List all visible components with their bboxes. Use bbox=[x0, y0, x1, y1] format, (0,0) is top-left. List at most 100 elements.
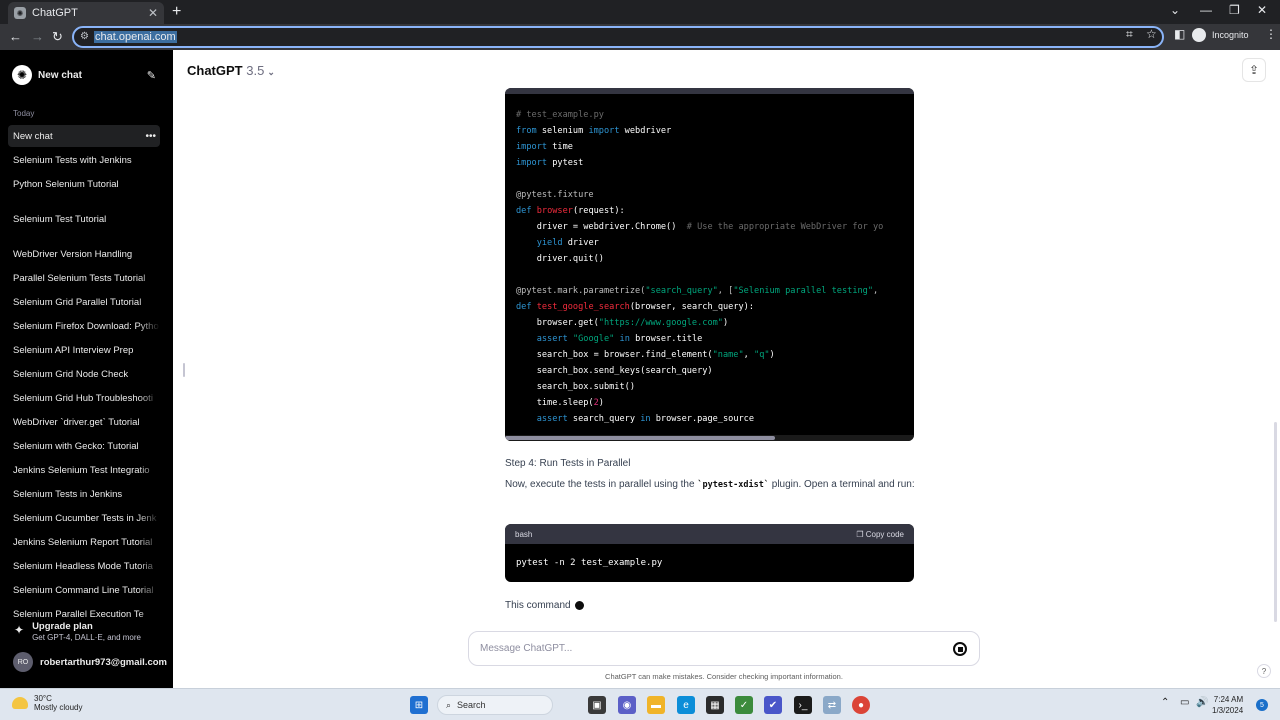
code-token: assert bbox=[536, 334, 568, 344]
browser-menu-icon[interactable]: ⋮ bbox=[1265, 27, 1277, 41]
window-close-icon[interactable]: ✕ bbox=[1257, 3, 1267, 17]
tab-search-icon[interactable]: ⌄ bbox=[1170, 3, 1180, 17]
network-icon[interactable]: ▭ bbox=[1180, 697, 1189, 708]
sidebar-item-label: Selenium with Gecko: Tutorial bbox=[13, 440, 139, 452]
sidebar-item[interactable]: Jenkins Selenium Test Integratio bbox=[8, 459, 160, 481]
fade-overlay bbox=[138, 459, 160, 481]
minimize-icon[interactable]: — bbox=[1200, 3, 1212, 17]
share-icon[interactable]: ⇪ bbox=[1242, 58, 1266, 82]
code-token: webdriver bbox=[619, 126, 672, 136]
code-horizontal-scrollbar[interactable] bbox=[505, 435, 914, 441]
sidebar-item[interactable]: Selenium Tests with Jenkins bbox=[8, 149, 160, 171]
code-token: driver = webdriver.Chrome() bbox=[516, 222, 687, 232]
code-token: time bbox=[547, 142, 573, 152]
sidebar-item[interactable]: Selenium Headless Mode Tutoria bbox=[8, 555, 160, 577]
fade-overlay bbox=[138, 339, 160, 361]
browser-tab[interactable]: ✺ ChatGPT ✕ bbox=[8, 2, 164, 24]
sidebar-item[interactable]: WebDriver `driver.get` Tutorial bbox=[8, 411, 160, 433]
message-input[interactable]: Message ChatGPT... bbox=[468, 631, 980, 666]
qr-code-icon[interactable]: ⌗ bbox=[1126, 27, 1133, 42]
tab-close-icon[interactable]: ✕ bbox=[148, 6, 158, 20]
code-token: selenium bbox=[536, 126, 589, 136]
network-app-icon[interactable]: ⇄ bbox=[823, 696, 841, 714]
code-token: "q" bbox=[754, 350, 770, 360]
code-language-label: bash bbox=[515, 529, 533, 539]
chevron-down-icon: ⌄ bbox=[267, 67, 275, 77]
code-token: (browser, search_query): bbox=[629, 302, 755, 312]
fade-overlay bbox=[138, 411, 160, 433]
teams-chat-icon[interactable]: ◉ bbox=[618, 696, 636, 714]
fade-overlay bbox=[138, 555, 160, 577]
bookmark-star-icon[interactable]: ☆ bbox=[1146, 27, 1157, 41]
windows-start-icon[interactable]: ⊞ bbox=[410, 696, 428, 714]
sidebar-item-label: Selenium Command Line Tutorial bbox=[13, 584, 154, 596]
sidebar-item[interactable]: Selenium Firefox Download: Pytho bbox=[8, 315, 160, 337]
reload-icon[interactable]: ↻ bbox=[52, 29, 63, 45]
sidebar-item[interactable]: Selenium Grid Node Check bbox=[8, 363, 160, 385]
new-chat-label: New chat bbox=[38, 69, 82, 81]
sidebar-item[interactable]: Selenium Cucumber Tests in Jenk bbox=[8, 507, 160, 529]
sidebar-item[interactable]: New chat ••• bbox=[8, 125, 160, 147]
incognito-indicator[interactable]: Incognito bbox=[1192, 28, 1249, 42]
main-scrollbar[interactable] bbox=[1274, 422, 1277, 622]
weather-widget[interactable]: 30°C Mostly cloudy bbox=[12, 694, 82, 712]
chrome-icon[interactable]: ● bbox=[852, 696, 870, 714]
sidebar-item[interactable]: Selenium Test Tutorial bbox=[8, 208, 160, 230]
incognito-label: Incognito bbox=[1212, 30, 1249, 40]
user-email: robertarthur973@gmail.com bbox=[40, 656, 167, 668]
sidebar-item[interactable]: Python Selenium Tutorial bbox=[8, 173, 160, 195]
sidebar-item[interactable]: Parallel Selenium Tests Tutorial bbox=[8, 267, 160, 289]
sidebar-item[interactable]: Selenium Command Line Tutorial bbox=[8, 579, 160, 601]
sidebar-item[interactable]: Selenium API Interview Prep bbox=[8, 339, 160, 361]
user-menu[interactable]: RO robertarthur973@gmail.com bbox=[13, 652, 167, 672]
more-options-icon[interactable]: ••• bbox=[145, 131, 156, 142]
taskbar-search[interactable]: ⌕ Search bbox=[437, 695, 553, 715]
sidebar-drag-handle[interactable] bbox=[183, 363, 185, 377]
sidebar-item[interactable]: Jenkins Selenium Report Tutorial bbox=[8, 531, 160, 553]
tray-chevron-icon[interactable]: ⌃ bbox=[1161, 697, 1169, 708]
vscode-icon[interactable]: ✔ bbox=[764, 696, 782, 714]
edge-icon[interactable]: e bbox=[677, 696, 695, 714]
code-block-python: # test_example.py from selenium import w… bbox=[505, 88, 914, 441]
new-chat-button[interactable]: ✺ New chat ✎ bbox=[8, 64, 160, 86]
model-selector[interactable]: ChatGPT 3.5 ⌄ bbox=[187, 63, 275, 78]
forward-icon[interactable]: → bbox=[31, 29, 44, 44]
sidebar-item-label: WebDriver Version Handling bbox=[13, 248, 133, 260]
side-panel-icon[interactable]: ◧ bbox=[1174, 27, 1185, 41]
app-icon[interactable]: ✓ bbox=[735, 696, 753, 714]
store-icon[interactable]: ▦ bbox=[706, 696, 724, 714]
tab-title: ChatGPT bbox=[32, 7, 78, 19]
copy-code-button[interactable]: ❐ Copy code bbox=[856, 530, 904, 539]
upgrade-plan-button[interactable]: ✦ Upgrade plan Get GPT-4, DALL·E, and mo… bbox=[14, 621, 164, 642]
system-clock[interactable]: 7:24 AM 1/3/2024 bbox=[1212, 694, 1243, 716]
stop-generating-icon[interactable] bbox=[953, 642, 967, 656]
sidebar-item[interactable]: Selenium Tests in Jenkins bbox=[8, 483, 160, 505]
file-explorer-icon[interactable]: ▬ bbox=[647, 696, 665, 714]
address-bar[interactable]: ⚙ chat.openai.com bbox=[72, 26, 1164, 48]
help-button[interactable]: ? bbox=[1257, 664, 1271, 678]
incognito-icon bbox=[1192, 28, 1206, 42]
restore-icon[interactable]: ❐ bbox=[1229, 3, 1240, 17]
task-view-icon[interactable]: ▣ bbox=[588, 696, 606, 714]
terminal-icon[interactable]: ›_ bbox=[794, 696, 812, 714]
sidebar-item-label: Selenium Parallel Execution Te bbox=[13, 608, 144, 620]
sidebar-item[interactable]: Selenium Grid Hub Troubleshooti bbox=[8, 387, 160, 409]
site-info-icon[interactable]: ⚙ bbox=[80, 31, 89, 42]
volume-icon[interactable]: 🔊 bbox=[1196, 697, 1208, 708]
new-tab-button[interactable]: + bbox=[172, 3, 181, 21]
scrollbar-thumb[interactable] bbox=[505, 436, 775, 440]
upgrade-title: Upgrade plan bbox=[32, 621, 93, 632]
sidebar-item[interactable]: Selenium Grid Parallel Tutorial bbox=[8, 291, 160, 313]
sidebar-item-label: Selenium Grid Parallel Tutorial bbox=[13, 296, 142, 308]
compose-icon[interactable]: ✎ bbox=[147, 69, 156, 82]
sidebar-item[interactable]: WebDriver Version Handling bbox=[8, 243, 160, 265]
inline-code: `pytest-xdist` bbox=[697, 480, 769, 490]
notification-badge[interactable]: 5 bbox=[1256, 699, 1268, 711]
disclaimer-text: ChatGPT can make mistakes. Consider chec… bbox=[605, 672, 843, 681]
fade-overlay bbox=[138, 267, 160, 289]
code-token: in bbox=[640, 414, 651, 424]
sidebar-item[interactable]: Selenium with Gecko: Tutorial bbox=[8, 435, 160, 457]
back-icon[interactable]: ← bbox=[9, 29, 22, 44]
